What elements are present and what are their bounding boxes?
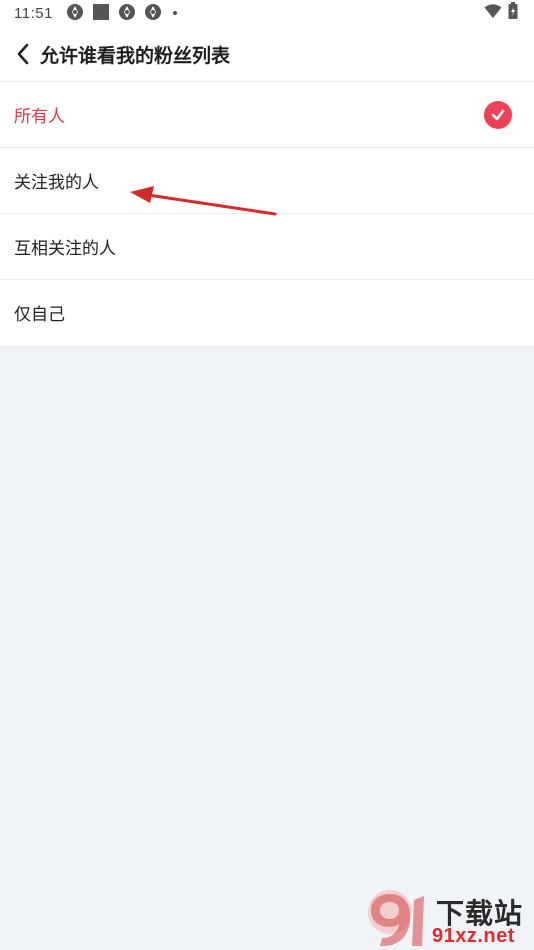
option-label: 仅自己 <box>14 305 65 325</box>
page-title: 允许谁看我的粉丝列表 <box>40 45 231 67</box>
dot-icon <box>170 3 180 25</box>
wifi-icon <box>484 3 502 23</box>
option-label: 关注我的人 <box>14 173 99 193</box>
option-label: 所有人 <box>14 107 65 127</box>
annotation-arrow-icon <box>130 186 277 216</box>
square-icon <box>92 3 110 25</box>
option-label: 互相关注的人 <box>14 239 116 259</box>
notification-icon <box>66 3 84 25</box>
status-bar: 11:51 <box>0 0 534 28</box>
nav-bar: 允许谁看我的粉丝列表 <box>0 28 534 82</box>
chevron-left-icon <box>17 43 29 65</box>
option-only-me[interactable]: 仅自己 <box>0 280 534 347</box>
notification-icon <box>144 3 162 25</box>
status-icons-left <box>66 3 180 25</box>
option-everyone[interactable]: 所有人 <box>0 82 534 148</box>
back-button[interactable] <box>8 38 38 70</box>
status-time: 11:51 <box>14 5 53 22</box>
check-icon <box>484 101 512 129</box>
watermark-site: 91xz.net <box>432 925 515 947</box>
status-icons-right <box>484 2 518 24</box>
notification-icon <box>118 3 136 25</box>
battery-charging-icon <box>508 2 518 24</box>
